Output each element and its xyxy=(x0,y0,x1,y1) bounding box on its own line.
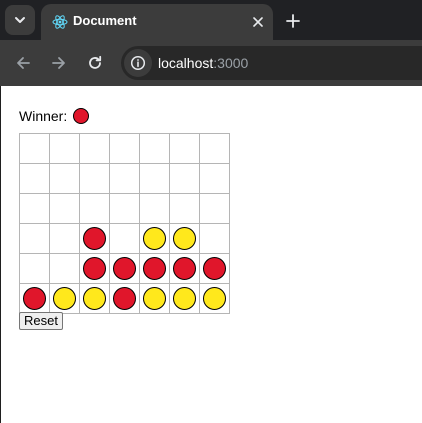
window-edge xyxy=(0,86,1,423)
board-cell[interactable] xyxy=(170,254,200,284)
board-cell[interactable] xyxy=(20,164,50,194)
board-cell[interactable] xyxy=(170,164,200,194)
board-cell[interactable] xyxy=(20,224,50,254)
reload-icon xyxy=(89,55,102,69)
tab-search-button[interactable] xyxy=(5,5,35,35)
new-tab-button[interactable] xyxy=(282,10,304,32)
reload-button[interactable] xyxy=(83,51,107,75)
yellow-disc xyxy=(203,287,226,310)
board-cell[interactable] xyxy=(20,194,50,224)
react-logo-icon xyxy=(52,15,68,29)
board-cell[interactable] xyxy=(140,194,170,224)
board-cell[interactable] xyxy=(140,254,170,284)
board-cell[interactable] xyxy=(200,164,230,194)
red-disc xyxy=(173,257,196,280)
yellow-disc xyxy=(53,287,76,310)
red-disc xyxy=(203,257,226,280)
chevron-down-icon xyxy=(15,17,25,23)
game-board xyxy=(19,133,230,314)
board-cell[interactable] xyxy=(80,134,110,164)
forward-arrow-icon xyxy=(52,57,65,69)
board-cell[interactable] xyxy=(200,254,230,284)
board-cell[interactable] xyxy=(200,194,230,224)
board-cell[interactable] xyxy=(50,254,80,284)
board-cell[interactable] xyxy=(110,284,140,314)
board-cell[interactable] xyxy=(50,134,80,164)
board-cell[interactable] xyxy=(140,224,170,254)
board-cell[interactable] xyxy=(170,224,200,254)
board-cell[interactable] xyxy=(20,284,50,314)
yellow-disc xyxy=(83,287,106,310)
tab-close-button[interactable] xyxy=(248,12,268,32)
red-disc xyxy=(113,257,136,280)
back-button[interactable] xyxy=(11,51,35,75)
board-cell[interactable] xyxy=(50,194,80,224)
winner-label: Winner: xyxy=(19,108,68,124)
board-cell[interactable] xyxy=(50,284,80,314)
info-icon xyxy=(130,55,146,71)
red-disc xyxy=(143,257,166,280)
board-cell[interactable] xyxy=(110,254,140,284)
active-tab[interactable]: Document xyxy=(41,4,273,40)
red-disc xyxy=(83,257,106,280)
yellow-disc xyxy=(143,227,166,250)
board-cell[interactable] xyxy=(200,134,230,164)
board-cell[interactable] xyxy=(50,224,80,254)
tab-title: Document xyxy=(73,13,137,28)
yellow-disc xyxy=(173,287,196,310)
board-cell[interactable] xyxy=(80,164,110,194)
board-cell[interactable] xyxy=(50,164,80,194)
board-cell[interactable] xyxy=(110,164,140,194)
board-cell[interactable] xyxy=(110,194,140,224)
board-cell[interactable] xyxy=(200,284,230,314)
board-cell[interactable] xyxy=(80,194,110,224)
board-cell[interactable] xyxy=(140,134,170,164)
board-cell[interactable] xyxy=(170,284,200,314)
back-arrow-icon xyxy=(17,57,30,69)
board-cell[interactable] xyxy=(140,284,170,314)
board-cell[interactable] xyxy=(80,254,110,284)
yellow-disc xyxy=(143,287,166,310)
url-port: :3000 xyxy=(213,55,249,71)
plus-icon xyxy=(286,14,300,28)
yellow-disc xyxy=(173,227,196,250)
browser-tab-strip: Document xyxy=(0,0,422,40)
url-text[interactable]: localhost:3000 xyxy=(158,55,248,71)
forward-button[interactable] xyxy=(47,51,71,75)
board-cell[interactable] xyxy=(110,134,140,164)
red-disc xyxy=(113,287,136,310)
red-disc xyxy=(23,287,46,310)
board-cell[interactable] xyxy=(200,224,230,254)
board-cell[interactable] xyxy=(140,164,170,194)
winner-disc xyxy=(73,108,90,124)
site-info-button[interactable] xyxy=(124,49,152,77)
reset-button[interactable]: Reset xyxy=(19,312,63,330)
board-cell[interactable] xyxy=(80,224,110,254)
board-cell[interactable] xyxy=(170,194,200,224)
browser-toolbar: localhost:3000 xyxy=(0,40,422,86)
board-cell[interactable] xyxy=(20,254,50,284)
board-cell[interactable] xyxy=(80,284,110,314)
url-host: localhost xyxy=(158,55,214,71)
close-icon xyxy=(253,17,263,27)
board-cell[interactable] xyxy=(170,134,200,164)
winner-status: Winner: xyxy=(19,106,90,126)
board-cell[interactable] xyxy=(20,134,50,164)
red-disc xyxy=(83,227,106,250)
address-bar[interactable]: localhost:3000 xyxy=(121,46,422,80)
board-cell[interactable] xyxy=(110,224,140,254)
